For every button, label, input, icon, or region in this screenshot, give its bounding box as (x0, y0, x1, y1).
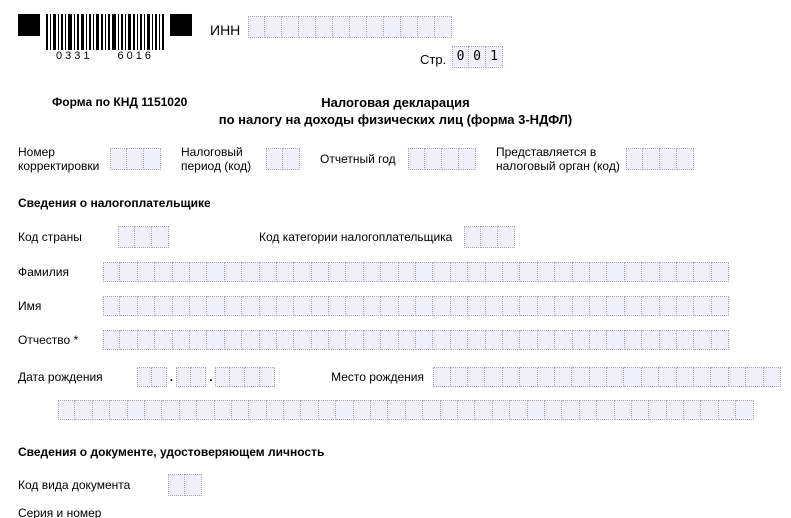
tax-period-label: Налоговый период (код) (181, 145, 266, 173)
middle-name-label: Отчество * (18, 333, 103, 347)
tax-authority-field[interactable] (626, 148, 694, 170)
document-title: Налоговая декларация по налогу на доходы… (0, 95, 791, 127)
surname-label: Фамилия (18, 265, 103, 279)
tax-period-field[interactable] (266, 148, 300, 170)
page-digit: 1 (486, 46, 503, 68)
payer-category-field[interactable] (464, 226, 515, 248)
section-payer-heading: Сведения о налогоплательщике (18, 196, 211, 210)
barcode-number: 03316016 (46, 50, 164, 62)
birth-year-field[interactable] (215, 367, 275, 387)
correction-label: Номер корректировки (18, 145, 110, 173)
birth-month-field[interactable] (176, 367, 206, 387)
marker-square-left (18, 14, 40, 36)
inn-field[interactable] (248, 16, 452, 38)
middle-name-field[interactable] (103, 330, 781, 350)
birth-day-field[interactable] (137, 367, 167, 387)
report-year-label: Отчетный год (320, 152, 408, 166)
inn-label: ИНН (210, 22, 240, 38)
doc-type-field[interactable] (168, 474, 202, 496)
doc-series-label: Серия и номер (18, 506, 146, 518)
page-digit: 0 (452, 46, 469, 68)
doc-type-label: Код вида документа (18, 478, 168, 492)
marker-square-right (170, 14, 192, 36)
name-label: Имя (18, 299, 103, 313)
birth-place-label: Место рождения (331, 370, 433, 384)
section-document-heading: Сведения о документе, удостоверяющем лич… (18, 445, 324, 459)
page-number-field: 0 0 1 (452, 46, 503, 68)
page-label: Стр. (420, 52, 446, 67)
tax-authority-label: Представляется в налоговый орган (код) (496, 145, 626, 173)
report-year-field[interactable] (408, 148, 476, 170)
surname-field[interactable] (103, 262, 781, 282)
barcode (46, 14, 164, 50)
page-digit: 0 (469, 46, 486, 68)
birth-place-field-2[interactable] (58, 400, 781, 420)
name-field[interactable] (103, 296, 781, 316)
correction-field[interactable] (110, 148, 161, 170)
country-code-label: Код страны (18, 230, 118, 244)
payer-category-label: Код категории налогоплательщика (259, 230, 464, 244)
birth-place-field[interactable] (433, 367, 781, 387)
birth-date-label: Дата рождения (18, 370, 137, 384)
country-code-field[interactable] (118, 226, 169, 248)
